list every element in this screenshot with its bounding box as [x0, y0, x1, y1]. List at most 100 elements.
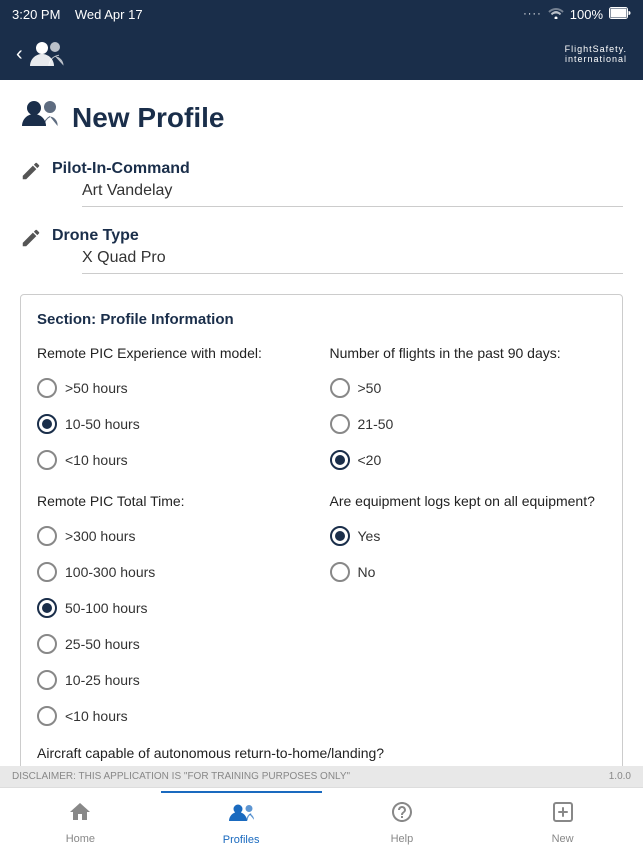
- status-indicators: ···· 100%: [523, 7, 631, 22]
- radio-total-50-100[interactable]: 50-100 hours: [37, 598, 314, 618]
- nav-profiles[interactable]: Profiles: [161, 791, 322, 854]
- radio-label-exp-lt10: <10 hours: [65, 452, 128, 468]
- radio-label-logs-yes: Yes: [358, 528, 381, 544]
- radio-exp-lt10[interactable]: <10 hours: [37, 450, 314, 470]
- nav-home-label: Home: [66, 833, 95, 845]
- battery-status: 100%: [570, 7, 603, 22]
- radio-label-total-lt10: <10 hours: [65, 708, 128, 724]
- signal-icon: ····: [523, 8, 542, 20]
- radio-total-100-300[interactable]: 100-300 hours: [37, 562, 314, 582]
- radio-label-total-50-100: 50-100 hours: [65, 600, 148, 616]
- pilot-field-section: Pilot-In-Command Art Vandelay: [20, 160, 623, 207]
- flights-label: Number of flights in the past 90 days:: [330, 344, 607, 362]
- radio-circle-exp-gt50: [37, 378, 57, 398]
- pencil-icon-pilot: [20, 160, 42, 182]
- drone-field-row: Drone Type X Quad Pro: [20, 227, 623, 274]
- radio-exp-gt50[interactable]: >50 hours: [37, 378, 314, 398]
- app-header: ‹ FlightSafety. international: [0, 28, 643, 80]
- radio-logs-yes[interactable]: Yes: [330, 526, 607, 546]
- pilot-field-col: Pilot-In-Command Art Vandelay: [52, 160, 623, 207]
- total-time-label: Remote PIC Total Time:: [37, 492, 314, 510]
- version-text: 1.0.0: [609, 771, 631, 782]
- pilot-field-row: Pilot-In-Command Art Vandelay: [20, 160, 623, 207]
- drone-field-col: Drone Type X Quad Pro: [52, 227, 623, 274]
- radio-label-flights-lt20: <20: [358, 452, 382, 468]
- flights-col: Number of flights in the past 90 days: >…: [330, 344, 607, 476]
- bottom-question-section: Aircraft capable of autonomous return-to…: [37, 744, 606, 764]
- radio-flights-21-50[interactable]: 21-50: [330, 414, 607, 434]
- drone-value: X Quad Pro: [82, 249, 623, 274]
- disclaimer-text: DISCLAIMER: THIS APPLICATION IS "FOR TRA…: [12, 771, 350, 782]
- pic-experience-label: Remote PIC Experience with model:: [37, 344, 314, 362]
- radio-label-logs-no: No: [358, 564, 376, 580]
- profile-info-section: Section: Profile Information Remote PIC …: [20, 294, 623, 766]
- pencil-icon-drone: [20, 227, 42, 249]
- home-icon: [68, 800, 92, 830]
- profiles-icon: [27, 34, 67, 74]
- disclaimer-bar: DISCLAIMER: THIS APPLICATION IS "FOR TRA…: [0, 766, 643, 787]
- drone-label: Drone Type: [52, 227, 623, 245]
- nav-home[interactable]: Home: [0, 792, 161, 853]
- radio-circle-total-gt300: [37, 526, 57, 546]
- radio-exp-10-50[interactable]: 10-50 hours: [37, 414, 314, 434]
- equip-logs-col: Are equipment logs kept on all equipment…: [330, 492, 607, 732]
- pic-experience-col: Remote PIC Experience with model: >50 ho…: [37, 344, 314, 476]
- wifi-icon: [548, 7, 564, 22]
- status-bar: 3:20 PM Wed Apr 17 ···· 100%: [0, 0, 643, 28]
- radio-circle-exp-10-50: [37, 414, 57, 434]
- radio-label-flights-gt50: >50: [358, 380, 382, 396]
- radio-circle-total-lt10: [37, 706, 57, 726]
- main-content: New Profile Pilot-In-Command Art Vandela…: [0, 80, 643, 766]
- profiles-nav-icon: [228, 801, 254, 831]
- section-title: Section: Profile Information: [37, 311, 606, 328]
- bottom-nav: Home Profiles Help New: [0, 787, 643, 857]
- radio-circle-flights-21-50: [330, 414, 350, 434]
- nav-profiles-label: Profiles: [223, 834, 260, 846]
- page-title: New Profile: [72, 102, 224, 134]
- nav-new[interactable]: New: [482, 792, 643, 853]
- radio-logs-no[interactable]: No: [330, 562, 607, 582]
- app-logo: FlightSafety. international: [565, 44, 627, 64]
- new-profile-icon: [20, 96, 60, 140]
- radio-label-total-25-50: 25-50 hours: [65, 636, 140, 652]
- nav-help-label: Help: [391, 833, 414, 845]
- radio-total-lt10[interactable]: <10 hours: [37, 706, 314, 726]
- help-icon: [390, 800, 414, 830]
- total-time-col: Remote PIC Total Time: >300 hours 100-30…: [37, 492, 314, 732]
- chevron-left-icon: ‹: [16, 43, 23, 66]
- radio-label-exp-10-50: 10-50 hours: [65, 416, 140, 432]
- radio-circle-exp-lt10: [37, 450, 57, 470]
- drone-field-section: Drone Type X Quad Pro: [20, 227, 623, 274]
- status-time-date: 3:20 PM Wed Apr 17: [12, 7, 143, 22]
- page-title-row: New Profile: [20, 96, 623, 140]
- radio-label-flights-21-50: 21-50: [358, 416, 394, 432]
- radio-circle-total-100-300: [37, 562, 57, 582]
- radio-circle-flights-lt20: [330, 450, 350, 470]
- radio-circle-total-10-25: [37, 670, 57, 690]
- battery-icon: [609, 7, 631, 22]
- radio-label-total-10-25: 10-25 hours: [65, 672, 140, 688]
- bottom-question-text: Aircraft capable of autonomous return-to…: [37, 744, 606, 764]
- radio-total-gt300[interactable]: >300 hours: [37, 526, 314, 546]
- radio-circle-total-25-50: [37, 634, 57, 654]
- pilot-label: Pilot-In-Command: [52, 160, 623, 178]
- radio-circle-total-50-100: [37, 598, 57, 618]
- radio-flights-lt20[interactable]: <20: [330, 450, 607, 470]
- nav-new-label: New: [552, 833, 574, 845]
- radio-circle-logs-yes: [330, 526, 350, 546]
- radio-label-total-100-300: 100-300 hours: [65, 564, 155, 580]
- radio-label-total-gt300: >300 hours: [65, 528, 135, 544]
- back-button[interactable]: ‹: [16, 34, 67, 74]
- radio-flights-gt50[interactable]: >50: [330, 378, 607, 398]
- nav-help[interactable]: Help: [322, 792, 483, 853]
- radio-total-25-50[interactable]: 25-50 hours: [37, 634, 314, 654]
- radio-circle-flights-gt50: [330, 378, 350, 398]
- header-left: ‹: [16, 34, 67, 74]
- radio-label-exp-gt50: >50 hours: [65, 380, 128, 396]
- equip-logs-label: Are equipment logs kept on all equipment…: [330, 492, 607, 510]
- profile-grid: Remote PIC Experience with model: >50 ho…: [37, 344, 606, 732]
- new-icon: [551, 800, 575, 830]
- radio-circle-logs-no: [330, 562, 350, 582]
- radio-total-10-25[interactable]: 10-25 hours: [37, 670, 314, 690]
- pilot-value: Art Vandelay: [82, 182, 623, 207]
